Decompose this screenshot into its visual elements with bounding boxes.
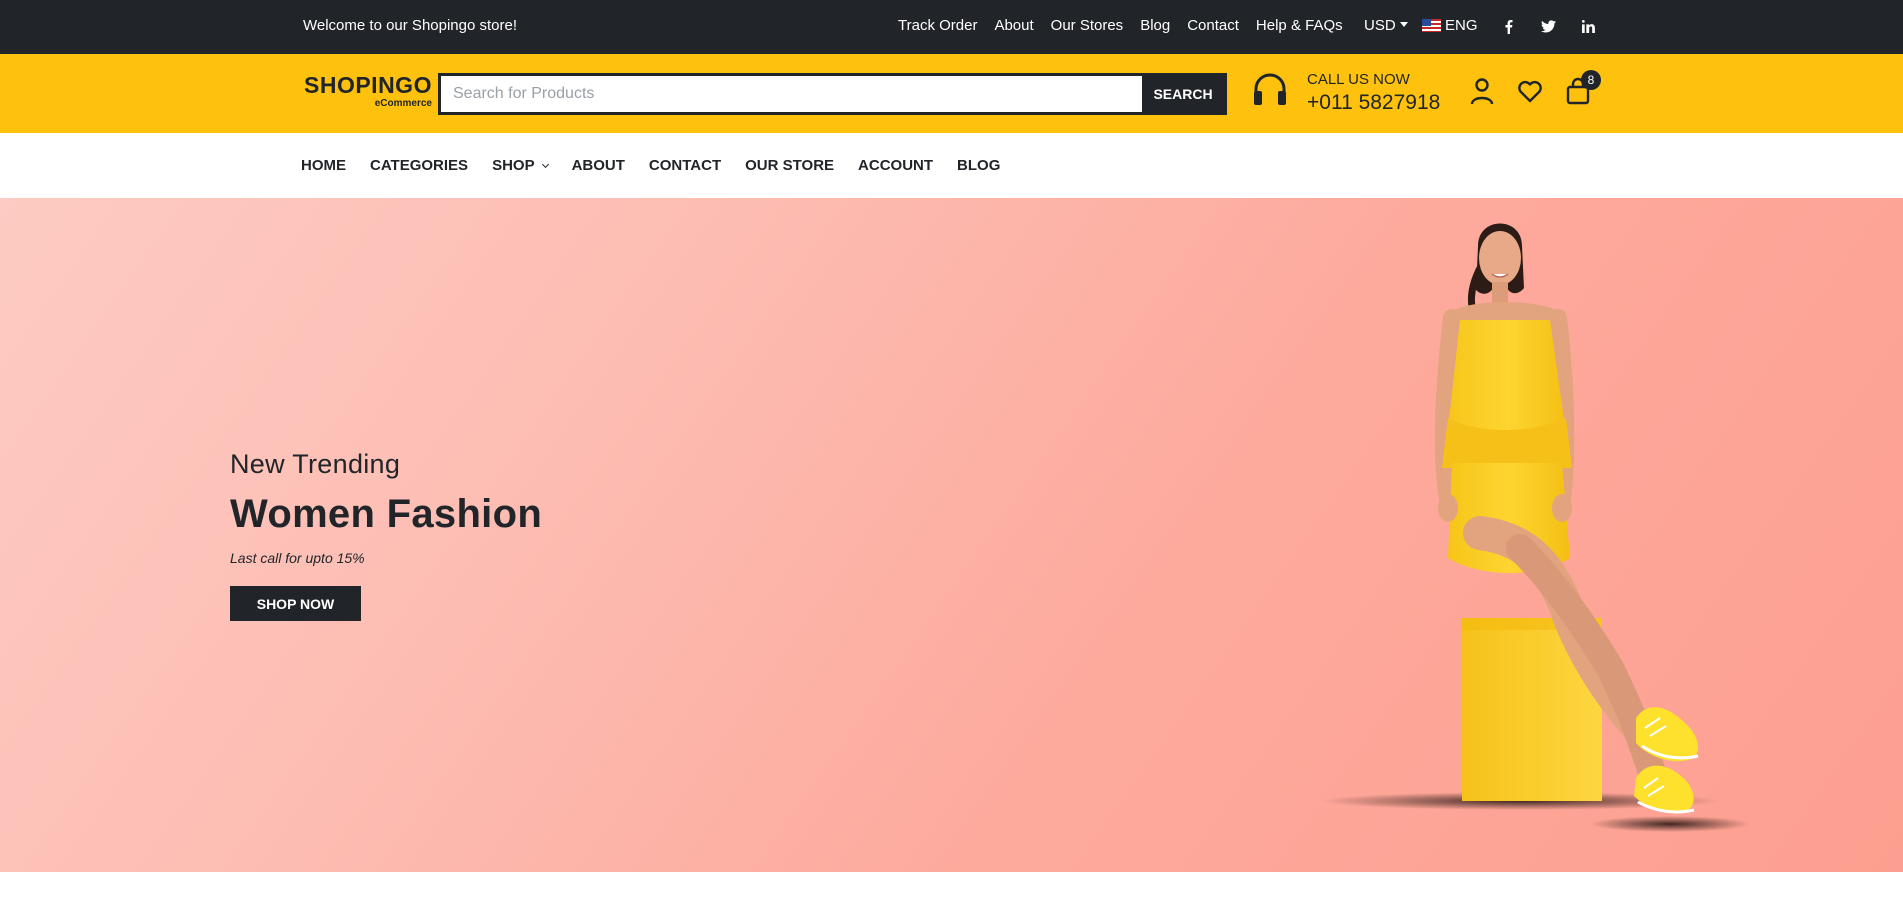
call-info: CALL US NOW +011 5827918: [1307, 72, 1440, 113]
currency-value: USD: [1364, 17, 1396, 34]
cart-bag-icon[interactable]: 8: [1564, 70, 1601, 106]
help-faqs-link[interactable]: Help & FAQs: [1256, 17, 1343, 34]
twitter-icon[interactable]: [1540, 17, 1556, 35]
header-icons: 8: [1468, 70, 1601, 106]
nav-contact-label: CONTACT: [648, 157, 722, 174]
language-value: ENG: [1445, 17, 1478, 34]
hero-banner: New Trending Women Fashion Last call for…: [0, 198, 1903, 872]
nav-account[interactable]: ACCOUNT: [858, 157, 933, 174]
nav-home-label: HOME: [301, 157, 346, 174]
top-bar: Welcome to our Shopingo store! Track Ord…: [0, 0, 1903, 54]
contact-link[interactable]: Contact: [1187, 17, 1239, 34]
hero-headline: Women Fashion: [230, 492, 543, 536]
track-order-link[interactable]: Track Order: [898, 17, 977, 34]
facebook-icon[interactable]: [1500, 17, 1516, 35]
nav-blog-label: BLOG: [957, 157, 1001, 174]
headphones-icon: [1252, 73, 1288, 112]
nav-categories-label: CATEGORIES: [370, 157, 469, 174]
chevron-down-icon: [541, 160, 549, 168]
nav-shop-label: SHOP: [492, 157, 535, 174]
user-icon[interactable]: [1468, 76, 1496, 106]
language-selector[interactable]: ENG: [1422, 17, 1478, 34]
hero-offer-text: Last call for upto 15%: [230, 550, 365, 566]
caret-down-icon: [1399, 21, 1408, 27]
cart-count-badge: 8: [1581, 70, 1601, 90]
nav-account-label: ACCOUNT: [858, 157, 934, 174]
hero-eyebrow: New Trending: [230, 449, 401, 479]
logo-text: SHOPINGO: [304, 72, 432, 98]
logo-subtext: eCommerce: [374, 98, 432, 109]
welcome-text: Welcome to our Shopingo store!: [303, 17, 518, 34]
nav-home[interactable]: HOME: [301, 157, 346, 174]
nav-about-label: ABOUT: [571, 157, 625, 174]
wishlist-heart-icon[interactable]: [1516, 76, 1544, 106]
nav-blog[interactable]: BLOG: [957, 157, 1000, 174]
our-stores-link[interactable]: Our Stores: [1051, 17, 1124, 34]
blog-link[interactable]: Blog: [1140, 17, 1170, 34]
page-content-below-fold: [0, 872, 1903, 921]
nav-categories[interactable]: CATEGORIES: [370, 157, 468, 174]
nav-our-store-label: OUR STORE: [745, 157, 835, 174]
hero-model-image: [1320, 223, 1750, 832]
social-links: [1500, 17, 1596, 35]
shop-now-button[interactable]: SHOP NOW: [230, 586, 361, 621]
currency-selector[interactable]: USD: [1364, 17, 1408, 34]
nav-shop[interactable]: SHOP: [492, 157, 549, 174]
nav-our-store[interactable]: OUR STORE: [745, 157, 834, 174]
us-flag-icon: [1422, 19, 1441, 32]
call-phone[interactable]: +011 5827918: [1307, 92, 1440, 113]
main-navigation: HOME CATEGORIES SHOP ABOUT CONTACT OUR S…: [0, 133, 1903, 198]
top-links: Track Order About Our Stores Blog Contac…: [898, 17, 1343, 34]
logo[interactable]: SHOPINGO eCommerce: [304, 74, 432, 109]
search-button[interactable]: SEARCH: [1142, 76, 1224, 112]
main-header: SHOPINGO eCommerce SEARCH CALL US NOW +0…: [0, 54, 1903, 133]
search-bar: SEARCH: [438, 73, 1227, 115]
linkedin-icon[interactable]: [1580, 17, 1596, 35]
search-input[interactable]: [441, 76, 1142, 112]
nav-about[interactable]: ABOUT: [572, 157, 625, 174]
call-label: CALL US NOW: [1307, 71, 1410, 88]
nav-contact[interactable]: CONTACT: [649, 157, 721, 174]
about-link[interactable]: About: [994, 17, 1033, 34]
